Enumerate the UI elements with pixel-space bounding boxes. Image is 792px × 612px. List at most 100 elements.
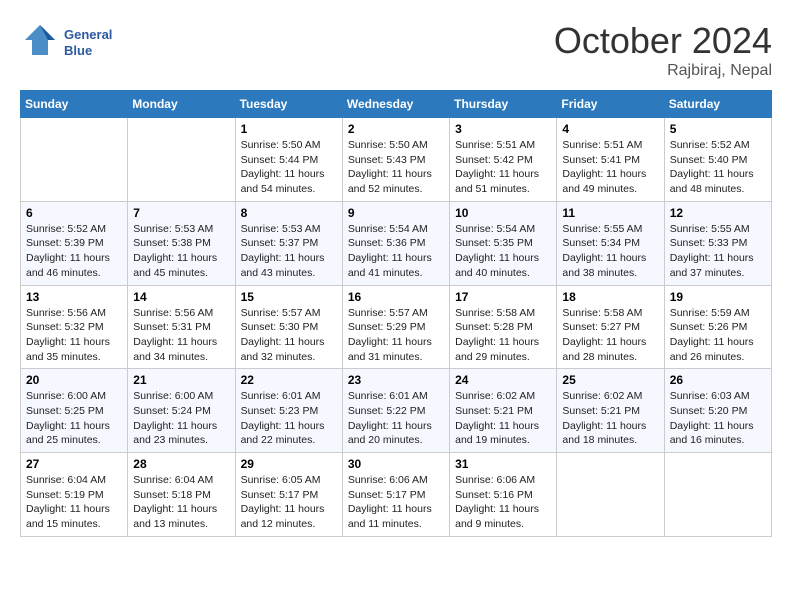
calendar-cell: 8 Sunrise: 5:53 AM Sunset: 5:37 PM Daylig… [235, 201, 342, 285]
day-number: 13 [26, 290, 122, 304]
day-info: Sunrise: 6:04 AM Sunset: 5:19 PM Dayligh… [26, 473, 122, 532]
day-number: 29 [241, 457, 337, 471]
day-number: 10 [455, 206, 551, 220]
calendar-cell: 14 Sunrise: 5:56 AM Sunset: 5:31 PM Dayli… [128, 285, 235, 369]
day-info: Sunrise: 6:01 AM Sunset: 5:23 PM Dayligh… [241, 389, 337, 448]
day-info: Sunrise: 5:56 AM Sunset: 5:32 PM Dayligh… [26, 306, 122, 365]
weekday-header: Monday [128, 91, 235, 118]
logo-line1: General [64, 27, 112, 43]
day-number: 27 [26, 457, 122, 471]
calendar-cell: 2Sunrise: 5:50 AM Sunset: 5:43 PM Daylig… [342, 118, 449, 202]
calendar-cell: 11Sunrise: 5:55 AM Sunset: 5:34 PM Dayli… [557, 201, 664, 285]
day-number: 1 [241, 122, 337, 136]
day-info: Sunrise: 5:50 AM Sunset: 5:44 PM Dayligh… [241, 138, 337, 197]
weekday-header: Saturday [664, 91, 771, 118]
weekday-header: Tuesday [235, 91, 342, 118]
calendar-cell: 21 Sunrise: 6:00 AM Sunset: 5:24 PM Dayli… [128, 369, 235, 453]
day-number: 9 [348, 206, 444, 220]
day-info: Sunrise: 6:05 AM Sunset: 5:17 PM Dayligh… [241, 473, 337, 532]
calendar-cell: 15Sunrise: 5:57 AM Sunset: 5:30 PM Dayli… [235, 285, 342, 369]
calendar-week-row: 27 Sunrise: 6:04 AM Sunset: 5:19 PM Dayli… [21, 453, 772, 537]
day-number: 30 [348, 457, 444, 471]
calendar-cell: 6Sunrise: 5:52 AM Sunset: 5:39 PM Daylig… [21, 201, 128, 285]
day-number: 5 [670, 122, 766, 136]
day-number: 22 [241, 373, 337, 387]
calendar-cell: 18 Sunrise: 5:58 AM Sunset: 5:27 PM Dayli… [557, 285, 664, 369]
day-info: Sunrise: 6:06 AM Sunset: 5:17 PM Dayligh… [348, 473, 444, 532]
day-info: Sunrise: 6:02 AM Sunset: 5:21 PM Dayligh… [455, 389, 551, 448]
day-info: Sunrise: 5:53 AM Sunset: 5:38 PM Dayligh… [133, 222, 229, 281]
calendar-cell: 16Sunrise: 5:57 AM Sunset: 5:29 PM Dayli… [342, 285, 449, 369]
calendar-cell: 29 Sunrise: 6:05 AM Sunset: 5:17 PM Dayli… [235, 453, 342, 537]
logo-line2: Blue [64, 43, 112, 59]
calendar-cell: 5Sunrise: 5:52 AM Sunset: 5:40 PM Daylig… [664, 118, 771, 202]
day-info: Sunrise: 5:57 AM Sunset: 5:29 PM Dayligh… [348, 306, 444, 365]
calendar-week-row: 13 Sunrise: 5:56 AM Sunset: 5:32 PM Dayli… [21, 285, 772, 369]
day-number: 18 [562, 290, 658, 304]
calendar-cell [664, 453, 771, 537]
weekday-header: Thursday [450, 91, 557, 118]
day-number: 23 [348, 373, 444, 387]
calendar-cell: 25 Sunrise: 6:02 AM Sunset: 5:21 PM Dayli… [557, 369, 664, 453]
day-number: 17 [455, 290, 551, 304]
calendar-cell: 26 Sunrise: 6:03 AM Sunset: 5:20 PM Dayli… [664, 369, 771, 453]
day-info: Sunrise: 5:57 AM Sunset: 5:30 PM Dayligh… [241, 306, 337, 365]
weekday-header: Friday [557, 91, 664, 118]
calendar-cell: 3 Sunrise: 5:51 AM Sunset: 5:42 PM Daylig… [450, 118, 557, 202]
day-info: Sunrise: 5:53 AM Sunset: 5:37 PM Dayligh… [241, 222, 337, 281]
day-number: 11 [562, 206, 658, 220]
day-info: Sunrise: 5:56 AM Sunset: 5:31 PM Dayligh… [133, 306, 229, 365]
page-header: General Blue October 2024 Rajbiraj, Nepa… [20, 20, 772, 80]
day-number: 3 [455, 122, 551, 136]
day-info: Sunrise: 5:59 AM Sunset: 5:26 PM Dayligh… [670, 306, 766, 365]
logo-text: General Blue [64, 27, 112, 58]
calendar-cell: 28Sunrise: 6:04 AM Sunset: 5:18 PM Dayli… [128, 453, 235, 537]
weekday-header-row: SundayMondayTuesdayWednesdayThursdayFrid… [21, 91, 772, 118]
day-info: Sunrise: 6:04 AM Sunset: 5:18 PM Dayligh… [133, 473, 229, 532]
calendar-cell: 4 Sunrise: 5:51 AM Sunset: 5:41 PM Daylig… [557, 118, 664, 202]
calendar-cell: 22 Sunrise: 6:01 AM Sunset: 5:23 PM Dayli… [235, 369, 342, 453]
day-info: Sunrise: 6:01 AM Sunset: 5:22 PM Dayligh… [348, 389, 444, 448]
logo-icon [20, 20, 60, 66]
calendar-cell: 27 Sunrise: 6:04 AM Sunset: 5:19 PM Dayli… [21, 453, 128, 537]
day-number: 8 [241, 206, 337, 220]
day-info: Sunrise: 6:02 AM Sunset: 5:21 PM Dayligh… [562, 389, 658, 448]
calendar-cell: 12Sunrise: 5:55 AM Sunset: 5:33 PM Dayli… [664, 201, 771, 285]
title-block: October 2024 Rajbiraj, Nepal [554, 20, 772, 80]
calendar-cell: 19 Sunrise: 5:59 AM Sunset: 5:26 PM Dayli… [664, 285, 771, 369]
day-number: 14 [133, 290, 229, 304]
day-number: 24 [455, 373, 551, 387]
day-info: Sunrise: 6:03 AM Sunset: 5:20 PM Dayligh… [670, 389, 766, 448]
calendar-cell: 1 Sunrise: 5:50 AM Sunset: 5:44 PM Daylig… [235, 118, 342, 202]
calendar-cell: 13 Sunrise: 5:56 AM Sunset: 5:32 PM Dayli… [21, 285, 128, 369]
day-number: 26 [670, 373, 766, 387]
day-number: 21 [133, 373, 229, 387]
day-info: Sunrise: 6:00 AM Sunset: 5:24 PM Dayligh… [133, 389, 229, 448]
day-number: 12 [670, 206, 766, 220]
day-info: Sunrise: 5:52 AM Sunset: 5:39 PM Dayligh… [26, 222, 122, 281]
day-number: 25 [562, 373, 658, 387]
calendar-week-row: 6Sunrise: 5:52 AM Sunset: 5:39 PM Daylig… [21, 201, 772, 285]
day-number: 20 [26, 373, 122, 387]
day-number: 19 [670, 290, 766, 304]
day-info: Sunrise: 5:58 AM Sunset: 5:27 PM Dayligh… [562, 306, 658, 365]
day-number: 4 [562, 122, 658, 136]
day-info: Sunrise: 5:51 AM Sunset: 5:42 PM Dayligh… [455, 138, 551, 197]
location: Rajbiraj, Nepal [554, 62, 772, 80]
calendar-week-row: 20Sunrise: 6:00 AM Sunset: 5:25 PM Dayli… [21, 369, 772, 453]
logo: General Blue [20, 20, 112, 66]
calendar-cell: 20Sunrise: 6:00 AM Sunset: 5:25 PM Dayli… [21, 369, 128, 453]
day-info: Sunrise: 5:58 AM Sunset: 5:28 PM Dayligh… [455, 306, 551, 365]
calendar-cell: 31Sunrise: 6:06 AM Sunset: 5:16 PM Dayli… [450, 453, 557, 537]
day-info: Sunrise: 5:50 AM Sunset: 5:43 PM Dayligh… [348, 138, 444, 197]
calendar-cell: 10Sunrise: 5:54 AM Sunset: 5:35 PM Dayli… [450, 201, 557, 285]
day-info: Sunrise: 5:54 AM Sunset: 5:36 PM Dayligh… [348, 222, 444, 281]
day-info: Sunrise: 5:51 AM Sunset: 5:41 PM Dayligh… [562, 138, 658, 197]
day-number: 7 [133, 206, 229, 220]
calendar-cell: 24 Sunrise: 6:02 AM Sunset: 5:21 PM Dayli… [450, 369, 557, 453]
calendar-cell: 9 Sunrise: 5:54 AM Sunset: 5:36 PM Daylig… [342, 201, 449, 285]
calendar-cell [21, 118, 128, 202]
calendar-cell [557, 453, 664, 537]
calendar-cell: 7 Sunrise: 5:53 AM Sunset: 5:38 PM Daylig… [128, 201, 235, 285]
weekday-header: Wednesday [342, 91, 449, 118]
